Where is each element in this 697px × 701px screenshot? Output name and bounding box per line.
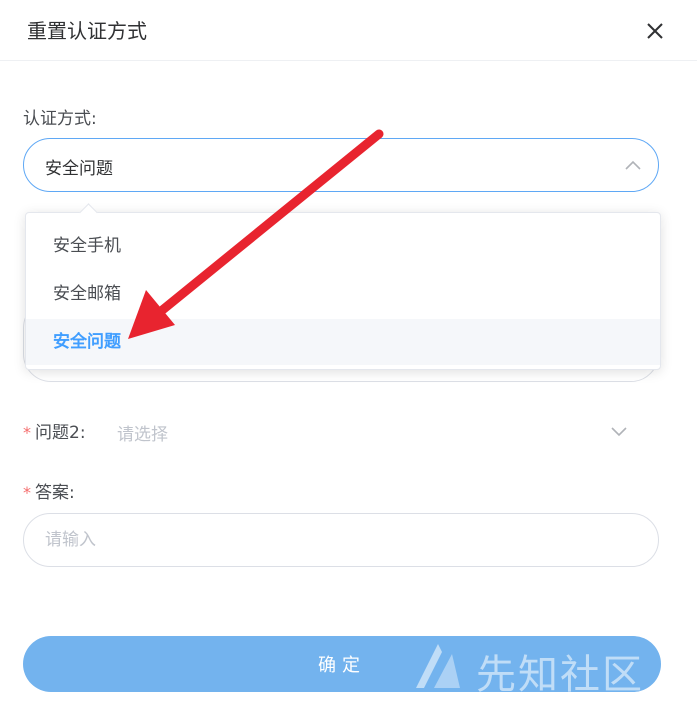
question2-label-wrap: * 问题2: <box>23 418 86 443</box>
dropdown-pointer <box>79 203 98 222</box>
question2-label: 问题2: <box>35 423 86 443</box>
option-security-email[interactable]: 安全邮箱 <box>26 271 660 317</box>
question2-placeholder: 请选择 <box>117 425 168 445</box>
auth-method-select[interactable]: 安全问题 <box>23 138 659 192</box>
option-security-phone[interactable]: 安全手机 <box>26 223 660 269</box>
required-mark: * <box>23 423 31 442</box>
answer-label: 答案: <box>35 483 75 503</box>
answer-label-wrap: * 答案: <box>23 478 75 503</box>
close-icon[interactable] <box>644 20 666 42</box>
dialog-title: 重置认证方式 <box>27 19 147 43</box>
chevron-up-icon <box>625 160 641 170</box>
auth-method-value: 安全问题 <box>45 159 113 179</box>
auth-method-dropdown: 安全手机 安全邮箱 安全问题 <box>25 203 661 370</box>
dialog-header: 重置认证方式 <box>0 0 697 61</box>
question2-select[interactable]: * 问题2: 请选择 <box>23 418 659 445</box>
chevron-down-icon <box>611 427 627 437</box>
answer-input[interactable] <box>23 513 659 567</box>
auth-method-label: 认证方式: <box>23 109 97 129</box>
option-security-question[interactable]: 安全问题 <box>26 319 660 365</box>
required-mark: * <box>23 483 31 502</box>
confirm-button[interactable]: 确定 <box>23 636 661 692</box>
